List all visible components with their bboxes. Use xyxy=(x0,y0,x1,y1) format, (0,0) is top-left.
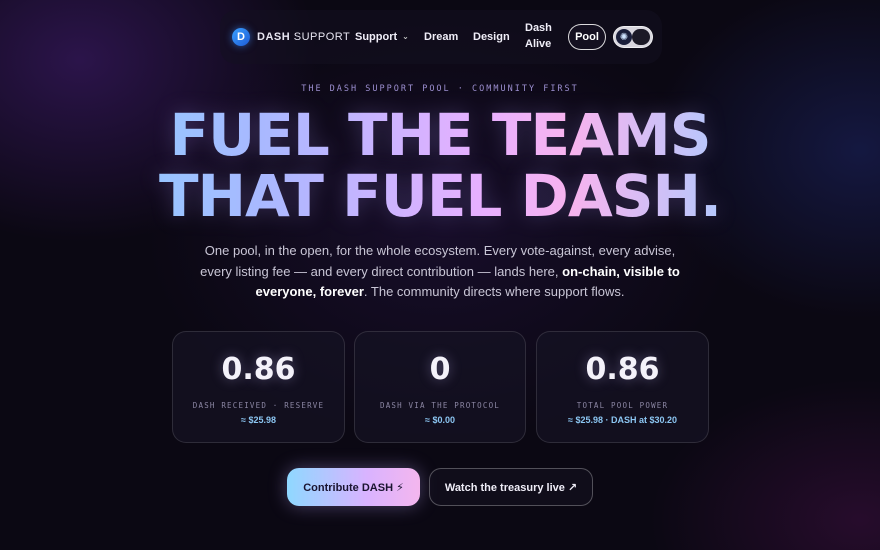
nav-dream-link[interactable]: Dream xyxy=(424,29,458,45)
stat-value: 0.86 xyxy=(221,352,296,387)
brand-name: DASH SUPPORT xyxy=(257,31,351,43)
chevron-down-icon: ⌄ xyxy=(402,32,409,41)
watch-treasury-button[interactable]: Watch the treasury live ↗ xyxy=(429,468,593,506)
pool-button[interactable]: Pool xyxy=(568,24,606,50)
stat-card-protocol: 0 DASH VIA THE PROTOCOL ≈ $0.00 xyxy=(354,331,526,443)
hero-headline-line2: THAT FUEL DASH. xyxy=(0,165,880,227)
brand[interactable]: D DASH SUPPORT xyxy=(232,28,350,46)
stat-label: DASH RECEIVED · RESERVE xyxy=(192,401,325,410)
stat-label: DASH VIA THE PROTOCOL xyxy=(379,401,501,410)
stat-value: 0 xyxy=(429,352,451,387)
stat-label: TOTAL POOL POWER xyxy=(576,401,669,410)
stat-value: 0.86 xyxy=(585,352,660,387)
stat-card-reserve: 0.86 DASH RECEIVED · RESERVE ≈ $25.98 xyxy=(172,331,345,443)
stat-usd-value: ≈ $25.98 · DASH at $30.20 xyxy=(568,415,677,425)
nav-design-link[interactable]: Design xyxy=(473,29,510,45)
contribute-dash-button[interactable]: Contribute DASH ⚡ xyxy=(287,468,420,506)
sun-icon: ✺ xyxy=(616,29,632,45)
stat-usd-value: ≈ $25.98 xyxy=(241,415,276,425)
hero-eyebrow: THE DASH SUPPORT POOL · COMMUNITY FIRST xyxy=(301,84,579,94)
stat-usd-value: ≈ $0.00 xyxy=(425,415,455,425)
hero-headline-line1: FUEL THE TEAMS xyxy=(0,104,880,166)
hero-lead: One pool, in the open, for the whole eco… xyxy=(200,243,680,299)
nav-dash-alive-link[interactable]: Dash Alive xyxy=(525,20,555,52)
theme-toggle[interactable]: ✺ xyxy=(613,26,653,48)
dash-logo-icon: D xyxy=(232,28,250,46)
stat-card-total-power: 0.86 TOTAL POOL POWER ≈ $25.98 · DASH at… xyxy=(536,331,709,443)
top-nav: D DASH SUPPORT Support ⌄ Dream Design Da… xyxy=(220,10,662,64)
nav-support-menu[interactable]: Support ⌄ xyxy=(355,29,409,45)
nav-support-label: Support xyxy=(355,31,398,43)
